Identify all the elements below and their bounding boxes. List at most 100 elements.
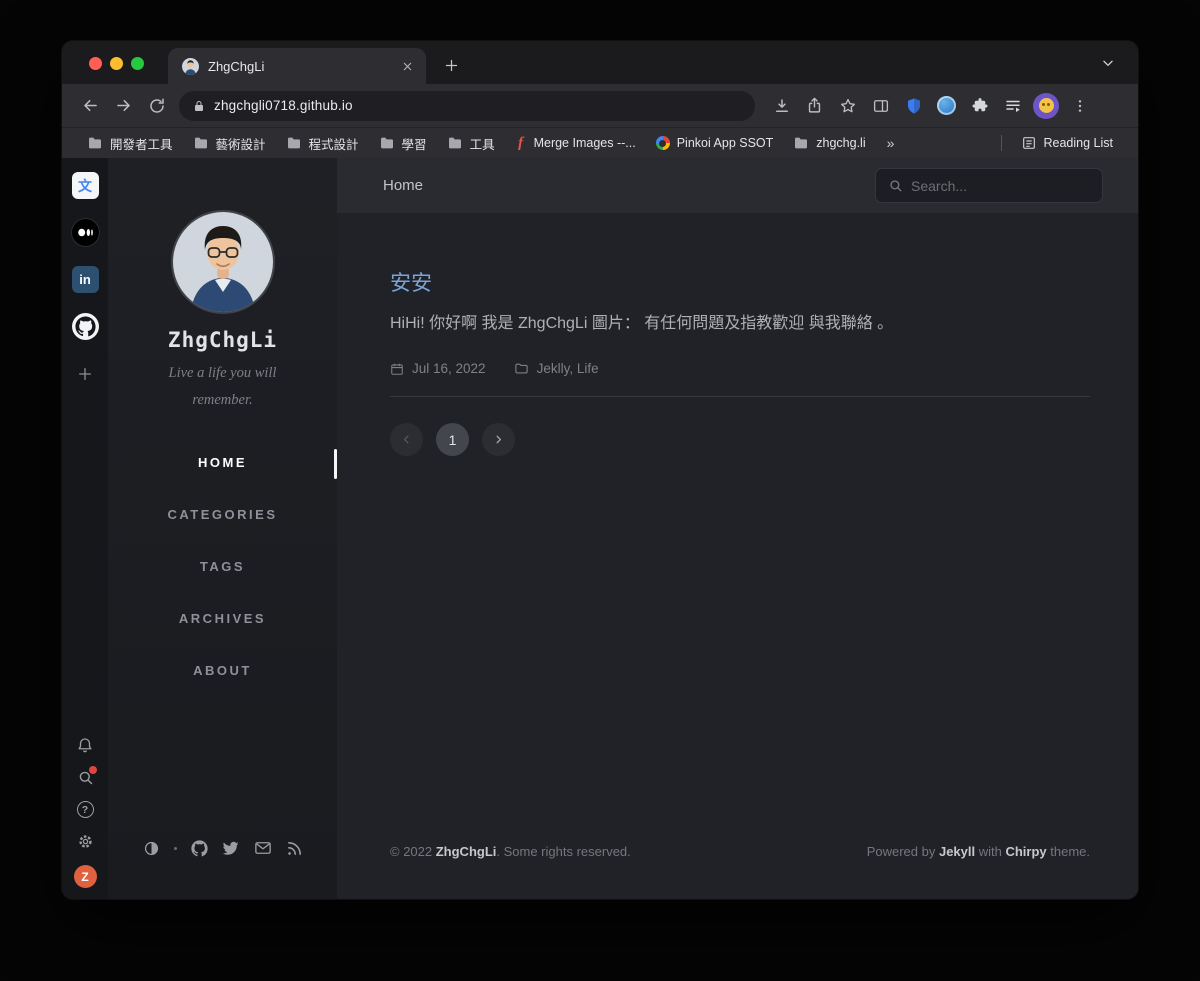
account-avatar[interactable]: Z: [74, 865, 97, 888]
site-title[interactable]: ZhgChgLi: [168, 328, 277, 352]
forward-button[interactable]: [107, 89, 140, 122]
next-page-button[interactable]: [482, 423, 515, 456]
tab-strip: ZhgChgLi: [62, 41, 1138, 84]
notifications-bell-icon[interactable]: [76, 736, 94, 754]
notification-dot: [89, 766, 97, 774]
prev-page-button[interactable]: [390, 423, 423, 456]
twitter-link-icon[interactable]: [222, 839, 240, 857]
new-tab-button[interactable]: [434, 48, 468, 82]
active-nav-indicator: [334, 449, 337, 479]
breadcrumb[interactable]: Home: [383, 177, 423, 194]
github-link-icon[interactable]: [191, 840, 208, 857]
post-categories[interactable]: Jeklly, Life: [514, 361, 599, 376]
zoom-window-button[interactable]: [131, 57, 144, 70]
reading-list-icon: [1021, 135, 1037, 151]
post-meta: Jul 16, 2022 Jeklly, Life: [390, 361, 1090, 376]
tab-search-chevron-icon[interactable]: [1090, 45, 1126, 81]
sidebar-item-about[interactable]: ABOUT: [108, 644, 337, 696]
chirpy-link[interactable]: Chirpy: [1005, 844, 1046, 859]
share-button[interactable]: [798, 89, 831, 122]
sidebar-bottom-icons: [143, 839, 303, 899]
tab-close-icon[interactable]: [398, 57, 416, 75]
page-number-button[interactable]: 1: [436, 423, 469, 456]
bookmark-folder-programming[interactable]: 程式設計: [277, 131, 368, 156]
post-excerpt: HiHi! 你好啊 我是 ZhgChgLi 圖片： 有任何問題及指教歡迎 與我聯…: [390, 311, 1090, 337]
profile-photo[interactable]: [171, 210, 275, 314]
back-button[interactable]: [74, 89, 107, 122]
sidebar-nav: HOME CATEGORIES TAGS ARCHIVES ABOUT: [108, 436, 337, 696]
post-date: Jul 16, 2022: [390, 361, 486, 376]
search-box[interactable]: [875, 168, 1103, 203]
tab-favicon-icon: [182, 58, 199, 75]
menu-kebab-button[interactable]: [1063, 89, 1096, 122]
help-icon[interactable]: ?: [77, 801, 94, 818]
google-favicon-icon: [656, 136, 670, 150]
reading-list-button[interactable]: Reading List: [1012, 132, 1123, 154]
url-text: zhgchgli0718.github.io: [214, 98, 353, 113]
extension-circle-icon[interactable]: [930, 89, 963, 122]
search-sidebar-icon[interactable]: [77, 769, 94, 786]
sidebar-item-archives[interactable]: ARCHIVES: [108, 592, 337, 644]
browser-content: 文 in: [62, 158, 1138, 899]
folder-icon: [379, 135, 395, 151]
browser-tab[interactable]: ZhgChgLi: [168, 48, 426, 84]
search-icon: [888, 178, 903, 193]
site-topbar: Home: [337, 158, 1138, 213]
folder-icon: [447, 135, 463, 151]
avatar-face-icon: [1039, 98, 1054, 113]
email-link-icon[interactable]: [254, 839, 272, 857]
side-panel-button[interactable]: [864, 89, 897, 122]
folder-icon: [87, 135, 103, 151]
minimize-window-button[interactable]: [110, 57, 123, 70]
site-tagline: Live a life you will remember.: [169, 360, 277, 414]
profile-avatar[interactable]: [1033, 93, 1059, 119]
site-footer: © 2022 ZhgChgLi. Some rights reserved. P…: [337, 828, 1138, 899]
linkedin-icon[interactable]: in: [72, 266, 99, 293]
divider: [390, 396, 1090, 397]
powered-by-text: Powered by Jekyll with Chirpy theme.: [867, 844, 1090, 859]
sidebar-item-tags[interactable]: TAGS: [108, 540, 337, 592]
settings-gear-icon[interactable]: [77, 833, 94, 850]
chevron-left-icon: [400, 433, 413, 446]
extensions-puzzle-button[interactable]: [963, 89, 996, 122]
bookmark-star-button[interactable]: [831, 89, 864, 122]
adblock-shield-icon[interactable]: [897, 89, 930, 122]
folder-icon: [793, 135, 809, 151]
sidebar-item-home[interactable]: HOME: [108, 436, 337, 488]
bookmark-folder-tools[interactable]: 工具: [438, 131, 504, 156]
add-app-button[interactable]: [72, 360, 99, 387]
bookmarks-overflow-chevron[interactable]: »: [881, 135, 901, 151]
theme-toggle-icon[interactable]: [143, 840, 160, 857]
browser-toolbar: zhgchgli0718.github.io: [62, 84, 1138, 127]
site-name-link[interactable]: ZhgChgLi: [436, 844, 497, 859]
bookmark-merge-images[interactable]: f Merge Images --...: [506, 132, 645, 155]
jekyll-link[interactable]: Jekyll: [939, 844, 975, 859]
rss-link-icon[interactable]: [286, 840, 303, 857]
lock-icon[interactable]: [193, 100, 205, 112]
bookmark-folder-art[interactable]: 藝術設計: [184, 131, 275, 156]
f-favicon-icon: f: [515, 135, 527, 152]
reload-button[interactable]: [140, 89, 173, 122]
playlist-extension-icon[interactable]: [996, 89, 1029, 122]
traffic-lights: [62, 57, 168, 84]
search-input[interactable]: [911, 178, 1090, 194]
sidebar-item-categories[interactable]: CATEGORIES: [108, 488, 337, 540]
bookmark-folder-learning[interactable]: 學習: [370, 131, 436, 156]
close-window-button[interactable]: [89, 57, 102, 70]
bookmarks-bar: 開發者工具 藝術設計 程式設計 學習 工具 f Merge Images --.…: [62, 127, 1138, 158]
post-title-link[interactable]: 安安: [390, 267, 432, 297]
bookmark-pinkoi-ssot[interactable]: Pinkoi App SSOT: [647, 133, 783, 153]
github-icon[interactable]: [72, 313, 99, 340]
dot-separator: [174, 847, 177, 850]
bookmark-folder-zhgchgli[interactable]: zhgchg.li: [784, 132, 874, 154]
chevron-right-icon: [492, 433, 505, 446]
folder-icon: [286, 135, 302, 151]
folder-icon: [193, 135, 209, 151]
address-bar[interactable]: zhgchgli0718.github.io: [179, 91, 755, 121]
medium-icon[interactable]: [72, 219, 99, 246]
bookmark-folder-devtools[interactable]: 開發者工具: [78, 131, 182, 156]
copyright-text: © 2022 ZhgChgLi. Some rights reserved.: [390, 844, 631, 859]
pagination: 1: [390, 423, 1090, 456]
download-button[interactable]: [765, 89, 798, 122]
google-translate-icon[interactable]: 文: [72, 172, 99, 199]
